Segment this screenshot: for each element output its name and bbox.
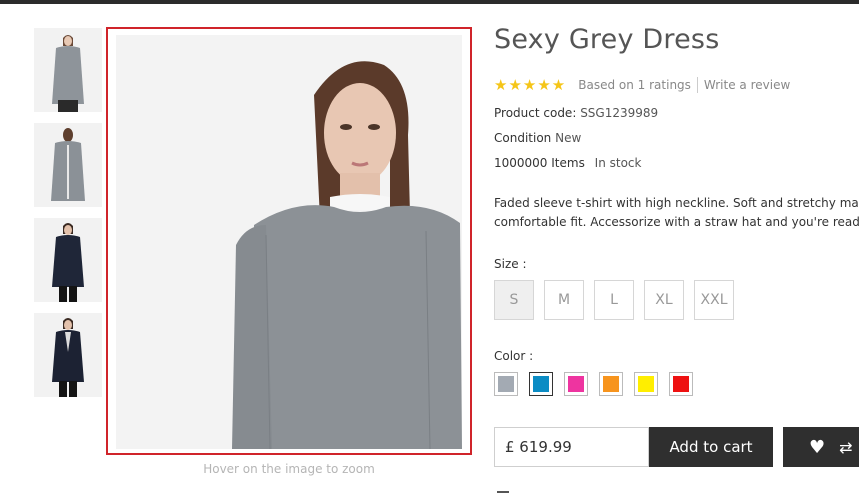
condition-value: New [555, 131, 582, 145]
condition-label: Condition [494, 131, 552, 145]
product-code-label: Product code: [494, 106, 577, 120]
product-description: Faded sleeve t-shirt with high neckline.… [494, 194, 859, 232]
description-line-2: comfortable fit. Accessorize with a stra… [494, 215, 859, 229]
description-line-1: Faded sleeve t-shirt with high neckline.… [494, 196, 859, 210]
stock-count: 1000000 Items [494, 156, 585, 170]
stock-status: In stock [594, 156, 642, 170]
add-to-cart-button[interactable]: Add to cart [649, 427, 773, 467]
thumbnail-navy-blazer-front[interactable] [34, 218, 102, 302]
size-option-s[interactable]: S [494, 280, 534, 320]
rating-stars[interactable]: ★★★★★ [494, 76, 566, 94]
condition-row: Condition New [494, 131, 581, 145]
zoom-hint: Hover on the image to zoom [203, 462, 375, 476]
color-swatch-yellow[interactable] [634, 372, 658, 396]
size-label: Size : [494, 257, 527, 271]
main-product-image[interactable] [116, 35, 462, 449]
rating-count: Based on 1 ratings [578, 78, 691, 92]
thumbnail-grey-sweater-back[interactable] [34, 123, 102, 207]
size-option-xxl[interactable]: XXL [694, 280, 734, 320]
color-label: Color : [494, 349, 534, 363]
size-options: S M L XL XXL [494, 280, 734, 320]
write-review-link[interactable]: Write a review [704, 78, 790, 92]
heart-icon[interactable]: ♥ [809, 437, 825, 458]
size-option-m[interactable]: M [544, 280, 584, 320]
product-code-value: SSG1239989 [580, 106, 659, 120]
color-swatch-red[interactable] [669, 372, 693, 396]
color-options [494, 372, 693, 396]
top-bar [0, 0, 859, 4]
color-swatch-orange[interactable] [599, 372, 623, 396]
product-code-row: Product code: SSG1239989 [494, 106, 658, 120]
rating-divider [696, 77, 698, 93]
partial-icon-bottom [497, 491, 509, 498]
wishlist-compare-button[interactable]: ♥ ⇄ [783, 427, 859, 467]
price-display: £ 619.99 [494, 427, 649, 467]
compare-arrows-icon[interactable]: ⇄ [839, 438, 852, 457]
thumbnail-list [34, 28, 102, 408]
thumbnail-grey-sweater-front[interactable] [34, 28, 102, 112]
stock-row: 1000000 Items In stock [494, 156, 641, 170]
color-swatch-pink[interactable] [564, 372, 588, 396]
size-option-l[interactable]: L [594, 280, 634, 320]
color-swatch-grey[interactable] [494, 372, 518, 396]
rating-row: ★★★★★ Based on 1 ratings Write a review [494, 76, 790, 94]
product-title: Sexy Grey Dress [494, 24, 720, 55]
thumbnail-navy-blazer-open[interactable] [34, 313, 102, 397]
color-swatch-blue[interactable] [529, 372, 553, 396]
size-option-xl[interactable]: XL [644, 280, 684, 320]
main-image-frame[interactable] [106, 27, 472, 455]
